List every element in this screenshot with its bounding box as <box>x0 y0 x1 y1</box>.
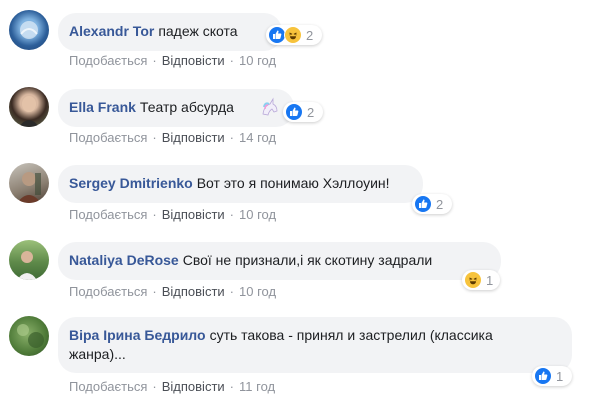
comment-time[interactable]: 10 год <box>239 284 276 299</box>
unicorn-icon <box>259 96 281 118</box>
comment-actions: Подобається · Відповісти · 10 год <box>69 284 276 299</box>
comment-author[interactable]: Віра Ірина Бедрило <box>69 327 206 343</box>
avatar[interactable] <box>9 316 49 356</box>
reactions-badge[interactable]: 1 <box>532 366 572 386</box>
reactions-badge[interactable]: 2 <box>283 102 323 122</box>
separator: · <box>229 284 235 299</box>
comment-time[interactable]: 14 год <box>239 130 276 145</box>
like-link[interactable]: Подобається <box>69 130 147 145</box>
separator: · <box>152 53 157 68</box>
comment-actions: Подобається · Відповісти · 10 год <box>69 207 276 222</box>
avatar[interactable] <box>9 240 49 280</box>
comment-text-continued: жанра)... <box>69 346 126 362</box>
reply-link[interactable]: Відповісти <box>162 130 225 145</box>
comment-text: суть такова - принял и застрелил (класси… <box>209 327 493 343</box>
separator: · <box>152 379 157 394</box>
comment-actions: Подобається · Відповісти · 11 год <box>69 379 275 394</box>
reply-link[interactable]: Відповісти <box>162 53 225 68</box>
comment-text: Вот это я понимаю Хэллоуин! <box>196 175 390 191</box>
reaction-count: 1 <box>556 368 564 384</box>
reaction-count: 2 <box>436 196 444 212</box>
comment-actions: Подобається · Відповісти · 10 год <box>69 53 276 68</box>
comment-actions: Подобається · Відповісти · 14 год <box>69 130 276 145</box>
haha-icon <box>284 26 302 44</box>
comment-bubble: Sergey Dmitrienko Вот это я понимаю Хэлло… <box>58 165 423 203</box>
like-link[interactable]: Подобається <box>69 284 147 299</box>
like-link[interactable]: Подобається <box>69 379 147 394</box>
separator: · <box>229 53 235 68</box>
comment-bubble: Nataliya DeRose Свої не признали,і як ско… <box>58 242 501 280</box>
like-icon <box>534 367 552 385</box>
reply-link[interactable]: Відповісти <box>162 379 225 394</box>
comment-text: Свої не признали,і як скотину задрали <box>182 252 433 268</box>
separator: · <box>229 379 235 394</box>
reactions-badge[interactable]: 2 <box>412 194 452 214</box>
haha-icon <box>464 271 482 289</box>
comment-bubble: Alexandr Tor падеж скота <box>58 13 282 51</box>
reaction-count: 1 <box>486 272 494 288</box>
comment-text: падеж скота <box>158 23 238 39</box>
avatar[interactable] <box>9 163 49 203</box>
comment-author[interactable]: Ella Frank <box>69 99 136 115</box>
reaction-count: 2 <box>306 27 314 43</box>
separator: · <box>229 130 235 145</box>
comment-bubble: Віра Ірина Бедрило суть такова - принял и… <box>58 317 572 373</box>
comment-author[interactable]: Sergey Dmitrienko <box>69 175 193 191</box>
reply-link[interactable]: Відповісти <box>162 284 225 299</box>
like-link[interactable]: Подобається <box>69 207 147 222</box>
comment-time[interactable]: 10 год <box>239 207 276 222</box>
separator: · <box>152 130 157 145</box>
comment-time[interactable]: 10 год <box>239 53 276 68</box>
reactions-badge[interactable]: 2 <box>266 25 322 45</box>
avatar[interactable] <box>9 87 49 127</box>
comment-text: Театр абсурда <box>139 99 234 115</box>
comment-time[interactable]: 11 год <box>239 379 275 394</box>
like-link[interactable]: Подобається <box>69 53 147 68</box>
reaction-count: 2 <box>307 104 315 120</box>
reply-link[interactable]: Відповісти <box>162 207 225 222</box>
separator: · <box>152 284 157 299</box>
separator: · <box>152 207 157 222</box>
avatar[interactable] <box>9 10 49 50</box>
separator: · <box>229 207 235 222</box>
like-icon <box>414 195 432 213</box>
reactions-badge[interactable]: 1 <box>462 270 500 290</box>
like-icon <box>285 103 303 121</box>
comment-author[interactable]: Nataliya DeRose <box>69 252 179 268</box>
comment-author[interactable]: Alexandr Tor <box>69 23 154 39</box>
